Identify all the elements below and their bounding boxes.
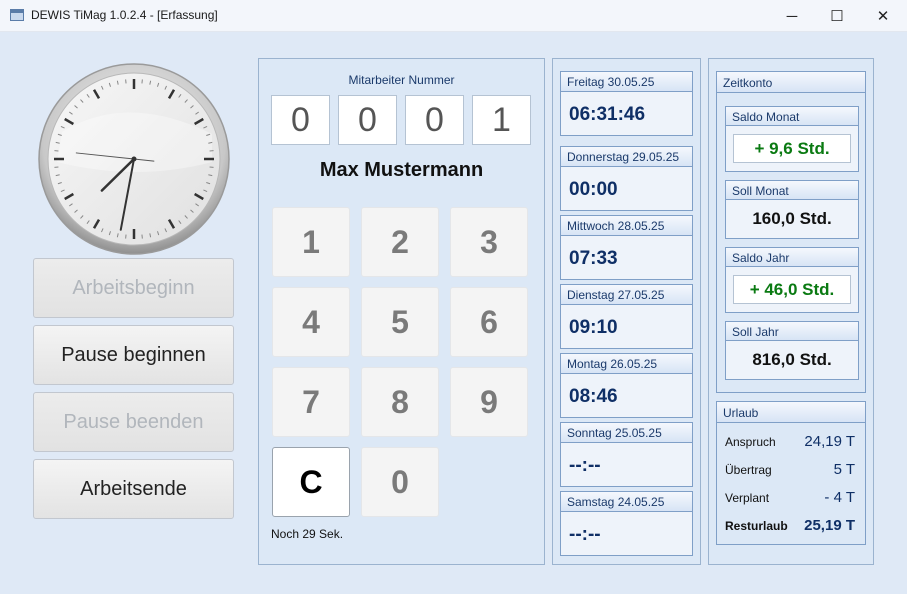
day-time: 06:31:46 — [569, 104, 646, 125]
urlaub-row: Übertrag 5 T — [725, 461, 855, 479]
day-card: Mittwoch 28.05.25 07:33 — [560, 215, 693, 280]
day-label: Montag 26.05.25 — [561, 354, 692, 374]
minimize-button[interactable]: ─ — [769, 0, 815, 32]
day-history-panel: Freitag 30.05.25 06:31:46 Donnerstag 29.… — [552, 58, 701, 565]
employee-digit-1: 0 — [271, 95, 330, 145]
urlaub-value: 24,19 T — [804, 433, 855, 450]
pause-beginnen-button[interactable]: Pause beginnen — [33, 325, 234, 385]
urlaub-title: Urlaub — [717, 402, 865, 423]
zeitkonto-title: Zeitkonto — [717, 72, 865, 93]
urlaub-label: Übertrag — [725, 463, 772, 477]
employee-digit-4: 1 — [472, 95, 531, 145]
urlaub-value: - 4 T — [824, 489, 855, 506]
keypad-6[interactable]: 6 — [450, 287, 528, 357]
employee-panel: Mitarbeiter Nummer 0 0 0 1 Max Musterman… — [258, 58, 545, 565]
saldo-monat-value: + 9,6 Std. — [754, 138, 830, 158]
arbeitsbeginn-button[interactable]: Arbeitsbeginn — [33, 258, 234, 318]
saldo-jahr-value: + 46,0 Std. — [749, 279, 835, 299]
day-card: Samstag 24.05.25 --:-- — [560, 491, 693, 556]
employee-digit-2: 0 — [338, 95, 397, 145]
day-label: Freitag 30.05.25 — [561, 72, 692, 92]
day-time: --:-- — [569, 524, 601, 545]
soll-monat-card: Soll Monat 160,0 Std. — [725, 180, 859, 239]
day-time: 08:46 — [569, 386, 618, 407]
keypad-9[interactable]: 9 — [450, 367, 528, 437]
soll-monat-value: 160,0 Std. — [752, 209, 832, 228]
day-card: Montag 26.05.25 08:46 — [560, 353, 693, 418]
pause-beenden-button[interactable]: Pause beenden — [33, 392, 234, 452]
main-area: Arbeitsbeginn Pause beginnen Pause beend… — [0, 32, 907, 594]
saldo-monat-card: Saldo Monat + 9,6 Std. — [725, 106, 859, 172]
keypad-2[interactable]: 2 — [361, 207, 439, 277]
employee-name: Max Mustermann — [319, 159, 484, 181]
maximize-button[interactable]: ☐ — [814, 0, 860, 32]
zeitkonto-group: Zeitkonto Saldo Monat + 9,6 Std. Soll Mo… — [716, 71, 866, 393]
day-time: 07:33 — [569, 248, 618, 269]
urlaub-group: Urlaub Anspruch 24,19 T Übertrag 5 T Ver… — [716, 401, 866, 545]
keypad-clear-button[interactable]: C — [272, 447, 350, 517]
day-label: Sonntag 25.05.25 — [561, 423, 692, 443]
urlaub-label: Anspruch — [725, 435, 776, 449]
urlaub-row-resturlaub: Resturlaub 25,19 T — [725, 517, 855, 535]
keypad-8[interactable]: 8 — [361, 367, 439, 437]
keypad-1[interactable]: 1 — [272, 207, 350, 277]
day-card: Donnerstag 29.05.25 00:00 — [560, 146, 693, 211]
day-time: 00:00 — [569, 179, 618, 200]
urlaub-value: 5 T — [833, 461, 855, 478]
day-card: Sonntag 25.05.25 --:-- — [560, 422, 693, 487]
day-card: Freitag 30.05.25 06:31:46 — [560, 71, 693, 136]
keypad-7[interactable]: 7 — [272, 367, 350, 437]
window-title: DEWIS TiMag 1.0.2.4 - [Erfassung] — [31, 8, 218, 22]
saldo-monat-label: Saldo Monat — [726, 107, 858, 126]
timeout-countdown: Noch 29 Sek. — [271, 527, 344, 541]
close-button[interactable]: ✕ — [860, 0, 906, 32]
saldo-jahr-label: Saldo Jahr — [726, 248, 858, 267]
saldo-jahr-card: Saldo Jahr + 46,0 Std. — [725, 247, 859, 313]
soll-jahr-value: 816,0 Std. — [752, 350, 832, 369]
urlaub-row: Anspruch 24,19 T — [725, 433, 855, 451]
day-time: 09:10 — [569, 317, 618, 338]
keypad-5[interactable]: 5 — [361, 287, 439, 357]
account-panel: Zeitkonto Saldo Monat + 9,6 Std. Soll Mo… — [708, 58, 874, 565]
day-card: Dienstag 27.05.25 09:10 — [560, 284, 693, 349]
urlaub-row: Verplant - 4 T — [725, 489, 855, 507]
title-bar: DEWIS TiMag 1.0.2.4 - [Erfassung] ─ ☐ ✕ — [0, 0, 907, 32]
urlaub-value: 25,19 T — [804, 517, 855, 534]
day-label: Donnerstag 29.05.25 — [561, 147, 692, 167]
urlaub-label: Resturlaub — [725, 519, 788, 533]
keypad-4[interactable]: 4 — [272, 287, 350, 357]
day-label: Mittwoch 28.05.25 — [561, 216, 692, 236]
employee-number-label: Mitarbeiter Nummer — [348, 73, 455, 87]
soll-jahr-label: Soll Jahr — [726, 322, 858, 341]
soll-jahr-card: Soll Jahr 816,0 Std. — [725, 321, 859, 380]
arbeitsende-button[interactable]: Arbeitsende — [33, 459, 234, 519]
saldo-monat-box: + 9,6 Std. — [733, 134, 851, 163]
day-label: Dienstag 27.05.25 — [561, 285, 692, 305]
day-label: Samstag 24.05.25 — [561, 492, 692, 512]
employee-digit-3: 0 — [405, 95, 464, 145]
keypad-0[interactable]: 0 — [361, 447, 439, 517]
saldo-jahr-box: + 46,0 Std. — [733, 275, 851, 304]
app-icon — [10, 9, 24, 21]
keypad-3[interactable]: 3 — [450, 207, 528, 277]
urlaub-label: Verplant — [725, 491, 770, 505]
analog-clock — [38, 63, 230, 255]
soll-monat-label: Soll Monat — [726, 181, 858, 200]
day-time: --:-- — [569, 455, 601, 476]
